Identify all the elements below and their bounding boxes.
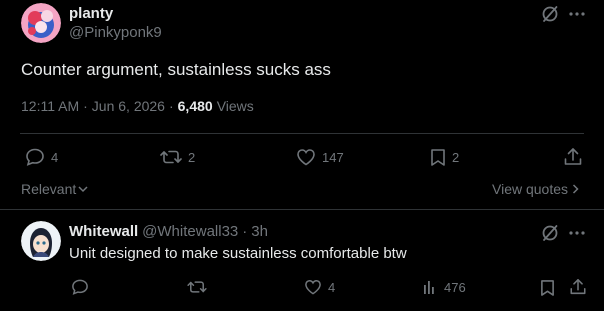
views-count: 6,480 <box>177 98 213 114</box>
heart-icon <box>296 148 316 166</box>
bookmark-icon[interactable] <box>540 279 555 297</box>
reply-like-button[interactable]: 4 <box>304 279 335 295</box>
reply-icon <box>25 148 45 166</box>
more-icon[interactable] <box>569 12 585 16</box>
view-quotes-link[interactable]: View quotes <box>492 181 579 197</box>
chevron-right-icon <box>572 184 579 194</box>
sort-dropdown[interactable]: Relevant <box>21 181 88 197</box>
like-button[interactable]: 147 <box>296 148 344 166</box>
reply-count: 4 <box>51 149 59 165</box>
reply-views-button[interactable]: 476 <box>422 279 466 295</box>
reply-text: Unit designed to make sustainless comfor… <box>69 245 407 262</box>
author-avatar[interactable] <box>21 3 61 43</box>
post-meta: 12:11 AM · Jun 6, 2026 · 6,480 Views <box>21 98 254 114</box>
post-date[interactable]: Jun 6, 2026 <box>92 98 165 114</box>
reply-author-name[interactable]: Whitewall <box>69 223 138 240</box>
author-name[interactable]: planty <box>69 5 113 22</box>
reply-repost-button[interactable] <box>187 279 207 295</box>
repost-button[interactable]: 2 <box>160 148 195 166</box>
meta-separator: · <box>242 223 248 240</box>
like-count: 147 <box>322 149 344 165</box>
reply-author-avatar[interactable] <box>21 221 61 261</box>
divider <box>0 209 604 210</box>
reply-like-count: 4 <box>328 279 336 295</box>
reply-views-count: 476 <box>444 279 466 295</box>
divider <box>20 133 584 134</box>
sort-label: Relevant <box>21 181 77 197</box>
heart-icon <box>304 279 322 295</box>
post-time[interactable]: 12:11 AM <box>21 98 79 114</box>
share-icon[interactable] <box>569 278 587 296</box>
reply-icon <box>71 279 89 295</box>
repost-icon <box>187 279 207 295</box>
author-handle[interactable]: @Pinkyponk9 <box>69 24 162 41</box>
reply-reply-button[interactable] <box>71 279 89 295</box>
meta-separator: · <box>168 98 174 114</box>
views-icon <box>422 279 438 295</box>
reply-author-handle[interactable]: @Whitewall33 <box>142 223 238 240</box>
more-icon[interactable] <box>569 231 585 235</box>
view-quotes-label: View quotes <box>492 181 569 197</box>
repost-count: 2 <box>188 149 196 165</box>
post-text: Counter argument, sustainless sucks ass <box>21 60 331 79</box>
reply-header: Whitewall @Whitewall33 · 3h <box>69 223 268 240</box>
meta-separator: · <box>83 98 88 114</box>
share-icon[interactable] <box>563 147 583 167</box>
repost-icon <box>160 148 182 166</box>
bookmark-button[interactable]: 2 <box>430 148 459 167</box>
reply-button[interactable]: 4 <box>25 148 58 166</box>
chevron-down-icon <box>78 185 88 193</box>
bookmark-count: 2 <box>452 150 460 165</box>
grok-icon[interactable] <box>541 224 559 242</box>
reply-age[interactable]: 3h <box>251 223 268 240</box>
views-label: Views <box>216 98 254 114</box>
bookmark-icon <box>430 148 446 167</box>
grok-icon[interactable] <box>541 5 559 23</box>
